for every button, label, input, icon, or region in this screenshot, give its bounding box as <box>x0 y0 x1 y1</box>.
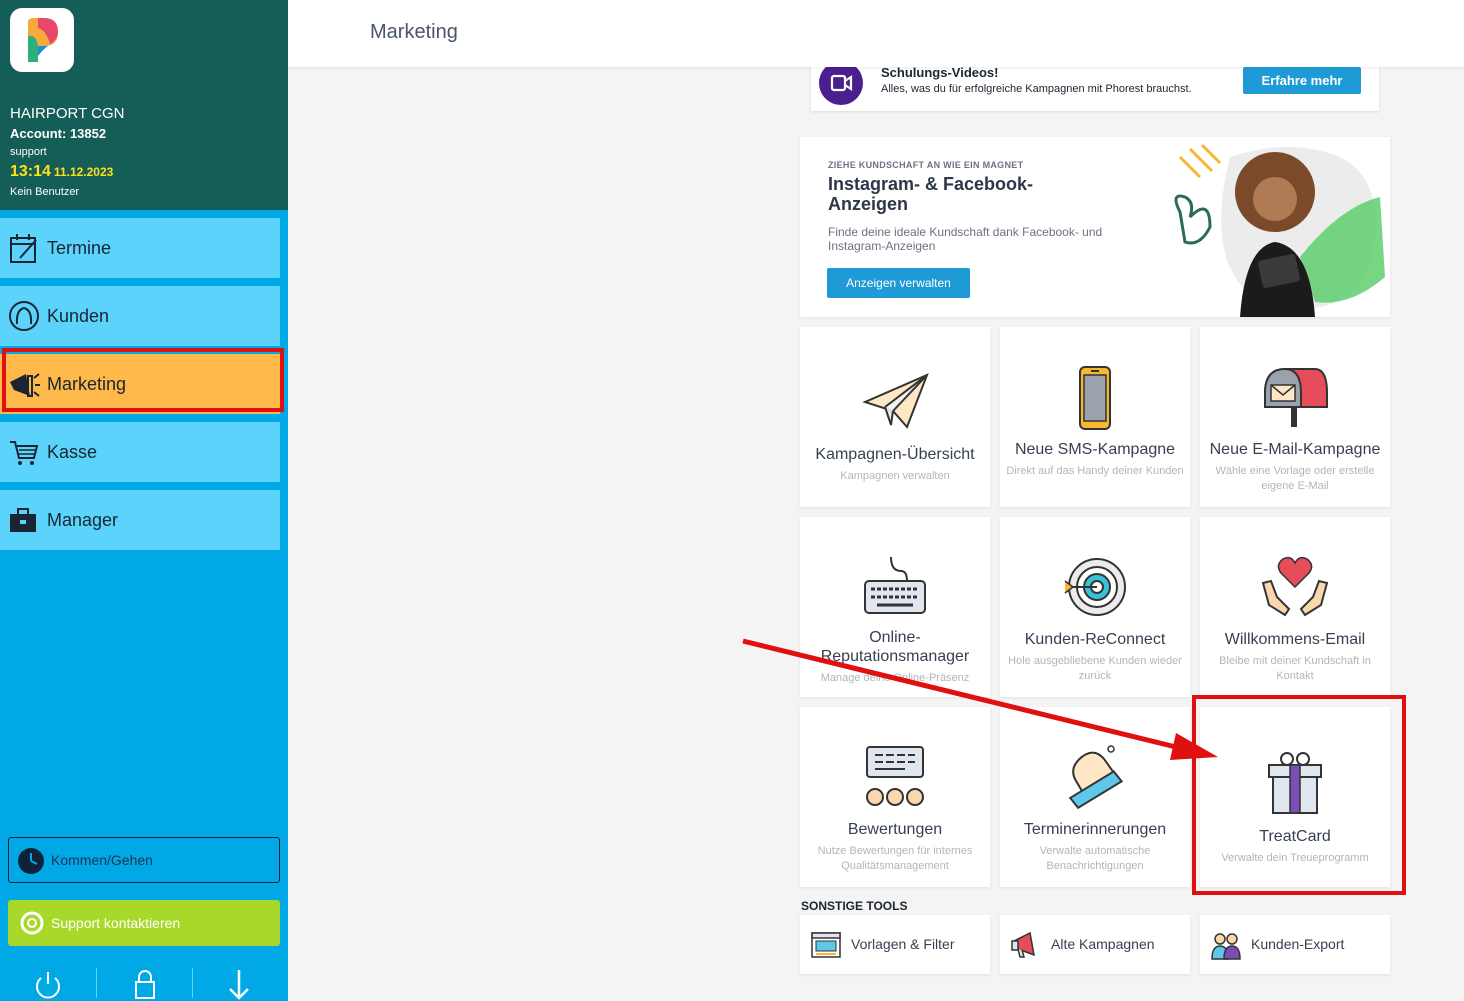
tile-willkommens-email[interactable]: Willkommens-Email Bleibe mit deiner Kund… <box>1200 517 1390 697</box>
tile-neue-sms-kampagne[interactable]: Neue SMS-Kampagne Direkt auf das Handy d… <box>1000 327 1190 507</box>
ad-eyebrow: ZIEHE KUNDSCHAFT AN WIE EIN MAGNET <box>828 160 1024 170</box>
keyboard-icon <box>864 556 926 614</box>
ad-title: Instagram- & Facebook-Anzeigen <box>828 174 1034 214</box>
lifebuoy-icon <box>20 911 44 935</box>
tile-subtitle: Bleibe mit deiner Kundschaft in Kontakt <box>1219 655 1371 682</box>
account-panel: HAIRPORT CGN Account: 13852 support 13:1… <box>0 0 288 210</box>
tool-kunden-export[interactable]: Kunden-Export <box>1200 915 1390 974</box>
tile-title: Neue SMS-Kampagne <box>1014 441 1176 458</box>
tile-neue-email-kampagne[interactable]: Neue E-Mail-Kampagne Wähle eine Vorlage … <box>1200 327 1390 507</box>
tile-title: Kunden-ReConnect <box>1024 631 1166 648</box>
time-value: 13:14 <box>10 163 51 180</box>
separator <box>192 968 193 998</box>
cart-icon <box>10 441 39 465</box>
tile-terminerinnerungen[interactable]: Terminerinnerungen Verwalte automatische… <box>1000 707 1190 887</box>
video-camera-icon <box>819 61 863 105</box>
nav-label: Termine <box>47 237 112 258</box>
tile-subtitle: Nutze Bewertungen für internes Qualitäts… <box>817 845 973 872</box>
tool-label: Alte Kampagnen <box>1051 936 1155 952</box>
target-icon <box>1064 558 1126 616</box>
page-title: Marketing <box>370 21 458 43</box>
tile-title: Bewertungen <box>847 821 943 838</box>
calendar-icon <box>10 234 37 263</box>
bell-icon <box>1068 745 1124 810</box>
video-title: Schulungs-Videos! <box>881 65 999 80</box>
tile-subtitle: Manage deine Online-Präsenz <box>820 672 970 684</box>
clock-time: 13:14 11.12.2023 <box>10 163 113 181</box>
separator <box>96 968 97 998</box>
clock-icon <box>18 848 44 874</box>
tools-heading: SONSTIGE TOOLS <box>801 899 908 913</box>
client-head-icon <box>9 301 39 331</box>
phorest-logo[interactable] <box>10 8 74 72</box>
treatcard-highlight-box <box>1192 695 1406 895</box>
nav-manager[interactable]: Manager <box>0 490 280 550</box>
clock-in-out-button[interactable]: Kommen/Gehen <box>8 837 280 883</box>
social-ads-card: ZIEHE KUNDSCHAFT AN WIE EIN MAGNET Insta… <box>800 137 1390 317</box>
ad-illustration <box>1174 143 1385 317</box>
tile-title: Online-Reputationsmanager <box>820 629 970 665</box>
tile-subtitle: Wähle eine Vorlage oder erstelle eigene … <box>1215 465 1375 492</box>
top-bar: Marketing <box>288 0 1464 67</box>
current-user: Kein Benutzer <box>10 186 80 198</box>
ad-description: Finde deine ideale Kundschaft dank Faceb… <box>828 225 1103 253</box>
learn-more-button[interactable]: Erfahre mehr <box>1243 67 1361 94</box>
nav-label: Manager <box>47 509 119 530</box>
tile-kampagnen-uebersicht[interactable]: Kampagnen-Übersicht Kampagnen verwalten <box>800 327 990 507</box>
template-icon <box>811 932 841 958</box>
mailbox-icon <box>1264 367 1328 427</box>
date-value: 11.12.2023 <box>53 165 114 179</box>
nav-kunden[interactable]: Kunden <box>0 286 280 346</box>
tile-title: Terminerinnerungen <box>1023 821 1167 838</box>
tool-label: Vorlagen & Filter <box>851 936 955 952</box>
support-button[interactable]: Support kontaktieren <box>8 900 280 946</box>
account-number: Account: 13852 <box>10 126 107 141</box>
tile-title: Kampagnen-Übersicht <box>815 446 975 463</box>
tile-bewertungen[interactable]: Bewertungen Nutze Bewertungen für intern… <box>800 707 990 887</box>
tile-subtitle: Verwalte automatische Benachrichtigungen <box>1039 845 1151 872</box>
tile-subtitle: Direkt auf das Handy deiner Kunden <box>1006 465 1184 477</box>
heart-hands-icon <box>1261 556 1329 617</box>
phone-icon <box>1079 366 1111 430</box>
highlight-box <box>2 348 284 412</box>
people-export-icon <box>1211 933 1241 960</box>
tile-kunden-reconnect[interactable]: Kunden-ReConnect Hole ausgebliebene Kund… <box>1000 517 1190 697</box>
salon-name: HAIRPORT CGN <box>10 105 125 122</box>
download-arrow-icon[interactable] <box>223 968 255 1000</box>
tool-label: Kunden-Export <box>1251 936 1345 952</box>
tile-title: Neue E-Mail-Kampagne <box>1209 441 1381 458</box>
tile-subtitle: Kampagnen verwalten <box>840 470 950 482</box>
manage-ads-button[interactable]: Anzeigen verwalten <box>827 268 970 298</box>
clock-label: Kommen/Gehen <box>51 852 153 868</box>
sidebar: HAIRPORT CGN Account: 13852 support 13:1… <box>0 0 288 1001</box>
nav-label: Kasse <box>47 441 98 462</box>
tile-subtitle: Hole ausgebliebene Kunden wieder zurück <box>1008 655 1182 682</box>
power-icon[interactable] <box>32 968 64 1000</box>
support-label: Support kontaktieren <box>51 915 181 931</box>
lock-icon[interactable] <box>129 968 161 1000</box>
user-role: support <box>10 146 47 158</box>
nav-label: Kunden <box>47 305 110 326</box>
tool-alte-kampagnen[interactable]: Alte Kampagnen <box>1000 915 1190 974</box>
megaphone-icon <box>1011 931 1035 958</box>
nav-termine[interactable]: Termine <box>0 218 280 278</box>
tile-title: Willkommens-Email <box>1224 631 1366 648</box>
tile-online-reputationsmanager[interactable]: Online-Reputationsmanager Manage deine O… <box>800 517 990 697</box>
video-subtitle: Alles, was du für erfolgreiche Kampagnen… <box>881 83 1192 95</box>
reviews-icon <box>866 746 924 806</box>
tool-vorlagen-filter[interactable]: Vorlagen & Filter <box>800 915 990 974</box>
paper-plane-icon <box>862 373 929 429</box>
briefcase-icon <box>10 508 36 532</box>
nav-kasse[interactable]: Kasse <box>0 422 280 482</box>
